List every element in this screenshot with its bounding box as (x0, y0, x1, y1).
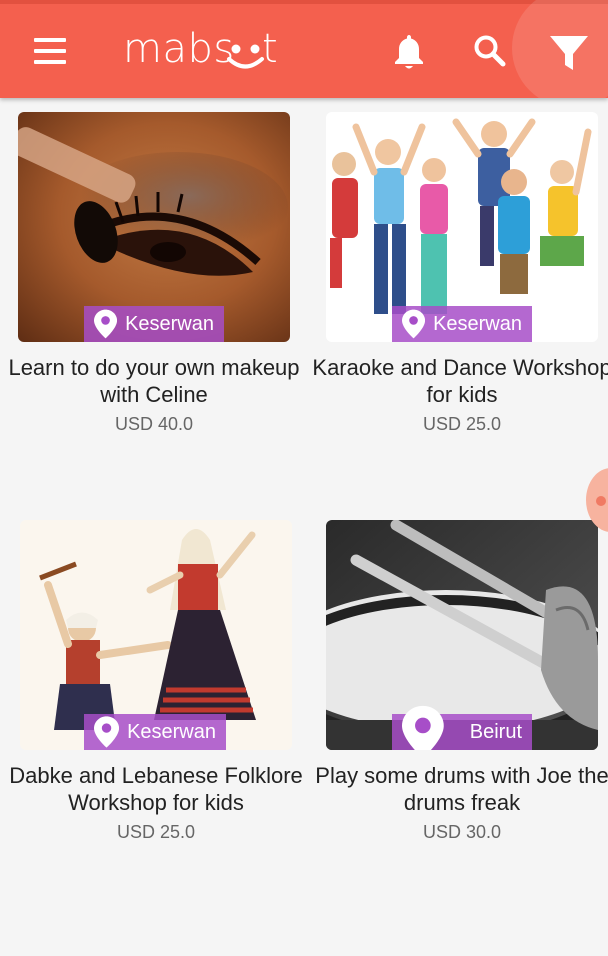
app-screen: mabs t Keserwan Learn to do your own mak… (0, 0, 608, 956)
location-pin-icon (402, 309, 426, 339)
location-pin-icon (402, 705, 444, 750)
filter-button[interactable] (512, 0, 608, 98)
location-badge: Keserwan (84, 714, 226, 750)
activity-price: USD 40.0 (114, 414, 194, 434)
activity-title: Dabke and Lebanese Folklore Workshop for… (9, 763, 303, 815)
activity-image[interactable]: Keserwan (326, 112, 598, 342)
filter-icon (550, 36, 588, 70)
app-bar: mabs t (0, 0, 608, 98)
activity-title: Karaoke and Dance Workshop for kids (312, 355, 608, 407)
activity-price: USD 25.0 (422, 414, 502, 434)
location-pin-icon (94, 716, 120, 748)
fab-dot-icon (596, 496, 606, 506)
activity-image[interactable]: Keserwan (18, 112, 290, 342)
bell-icon[interactable] (392, 32, 426, 70)
location-label: Keserwan (125, 312, 214, 335)
status-strip (0, 0, 608, 4)
app-logo: mabs t (123, 24, 283, 76)
activity-price: USD 30.0 (422, 822, 502, 842)
location-label: Keserwan (433, 312, 522, 335)
menu-icon[interactable] (34, 38, 68, 64)
location-label: Beirut (469, 720, 522, 743)
activity-title: Play some drums with Joe the drums freak (315, 763, 608, 815)
activity-image[interactable]: Beirut (326, 520, 598, 750)
location-badge: Keserwan (392, 306, 532, 342)
search-icon[interactable] (472, 33, 508, 69)
svg-text:mabs: mabs (123, 26, 235, 72)
location-badge: Keserwan (84, 306, 224, 342)
location-pin-icon (94, 309, 118, 339)
activity-price: USD 25.0 (116, 822, 196, 842)
activity-title: Learn to do your own makeup with Celine (8, 355, 300, 407)
activity-grid: Keserwan Learn to do your own makeup wit… (0, 98, 608, 956)
svg-text:t: t (262, 26, 278, 72)
activity-image[interactable]: Keserwan (20, 520, 292, 750)
location-label: Keserwan (127, 720, 216, 743)
location-badge: Beirut (392, 705, 532, 750)
